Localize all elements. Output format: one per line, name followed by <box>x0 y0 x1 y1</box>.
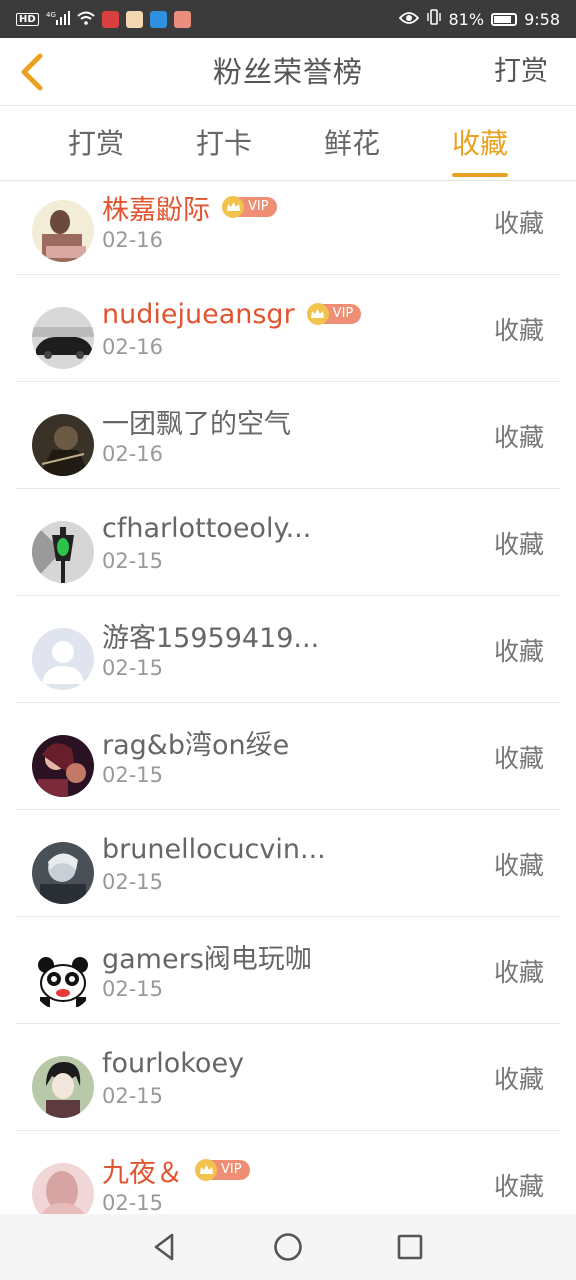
home-circle-icon[interactable] <box>271 1230 305 1264</box>
avatar <box>32 735 94 797</box>
list-item[interactable]: nudiejueansgr VIP 02-16 收藏 <box>16 275 560 382</box>
wifi-icon <box>77 10 95 29</box>
list-item[interactable]: brunellocucvin... 02-15 收藏 <box>16 810 560 917</box>
vip-badge: VIP <box>195 1159 250 1181</box>
user-name[interactable]: 株嘉鼢际 <box>102 188 210 227</box>
tab-bar: 打赏 打卡 鲜花 收藏 <box>0 106 576 181</box>
svg-text:4G: 4G <box>46 11 56 19</box>
avatar <box>32 414 94 476</box>
date: 02-16 <box>102 442 164 466</box>
fan-list: 株嘉鼢际 VIP 02-16 收藏 nudiejueansgr VIP 02-1… <box>0 181 576 1214</box>
vip-badge: VIP <box>222 196 277 218</box>
action-label: 收藏 <box>493 530 544 559</box>
eye-icon <box>398 10 419 29</box>
date: 02-15 <box>102 977 164 1001</box>
list-item[interactable]: 游客15959419... 02-15 收藏 <box>16 596 560 703</box>
tab-checkin[interactable]: 打卡 <box>196 106 252 181</box>
action-label: 收藏 <box>493 851 544 880</box>
action-label: 收藏 <box>493 1065 544 1094</box>
app-icon-blue <box>149 10 167 28</box>
vip-badge: VIP <box>306 303 362 325</box>
recents-square-icon[interactable] <box>393 1230 427 1264</box>
list-item[interactable]: 一团飘了的空气 02-16 收藏 <box>16 382 560 489</box>
list-item[interactable]: fourlokoey 02-15 收藏 <box>16 1024 560 1131</box>
status-bar: HD 4G 81% 9:58 <box>0 0 576 38</box>
default-avatar-icon <box>32 628 94 690</box>
user-name[interactable]: 九夜＆ <box>102 1151 183 1190</box>
list-item[interactable]: 株嘉鼢际 VIP 02-16 收藏 <box>16 181 560 275</box>
panda-avatar <box>32 949 94 1011</box>
action-label: 收藏 <box>493 316 544 345</box>
list-item[interactable]: gamers阀电玩咖 02-15 收藏 <box>16 917 560 1024</box>
date: 02-15 <box>102 763 164 787</box>
user-name[interactable]: rag&b湾on绥e <box>102 723 289 762</box>
avatar <box>32 1163 94 1214</box>
battery-icon <box>491 12 518 26</box>
crown-icon <box>195 1159 217 1181</box>
avatar <box>32 842 94 904</box>
user-name[interactable]: nudiejueansgr <box>102 299 295 330</box>
user-name[interactable]: gamers阀电玩咖 <box>102 937 312 976</box>
date: 02-16 <box>102 335 164 359</box>
avatar <box>32 1056 94 1118</box>
page-title: 粉丝荣誉榜 <box>212 55 363 89</box>
list-item[interactable]: rag&b湾on绥e 02-15 收藏 <box>16 703 560 810</box>
list-item[interactable]: 九夜＆ VIP 02-15 收藏 <box>16 1131 560 1214</box>
action-label: 收藏 <box>493 1172 544 1201</box>
crown-icon <box>222 196 244 218</box>
system-nav-bar <box>0 1214 576 1280</box>
status-right: 81% 9:58 <box>398 9 560 29</box>
avatar <box>32 200 94 262</box>
action-label: 收藏 <box>493 744 544 773</box>
avatar <box>32 307 94 369</box>
clock: 9:58 <box>524 9 560 29</box>
battery-percent: 81% <box>448 9 485 29</box>
vibrate-icon <box>426 9 442 29</box>
action-label: 收藏 <box>493 423 544 452</box>
action-label: 收藏 <box>493 209 544 238</box>
active-tab-indicator <box>451 173 509 177</box>
back-triangle-icon[interactable] <box>148 1230 182 1264</box>
user-name[interactable]: 一团飘了的空气 <box>102 402 291 441</box>
user-name[interactable]: cfharlottoeoly... <box>102 513 311 544</box>
action-label: 收藏 <box>493 958 544 987</box>
avatar <box>32 521 94 583</box>
hd-icon: HD <box>16 12 39 26</box>
reward-button[interactable]: 打赏 <box>494 38 548 106</box>
app-icon-fm <box>173 10 191 28</box>
tab-reward[interactable]: 打赏 <box>68 106 124 181</box>
list-item[interactable]: cfharlottoeoly... 02-15 收藏 <box>16 489 560 596</box>
date: 02-15 <box>102 870 164 894</box>
date: 02-15 <box>102 549 164 573</box>
status-left: HD 4G <box>16 10 191 29</box>
date: 02-15 <box>102 656 164 680</box>
app-header: 粉丝荣誉榜 打赏 <box>0 38 576 106</box>
tab-flowers[interactable]: 鲜花 <box>324 106 380 181</box>
user-name[interactable]: brunellocucvin... <box>102 834 326 865</box>
user-name[interactable]: 游客15959419... <box>102 616 319 655</box>
date: 02-16 <box>102 228 164 252</box>
date: 02-15 <box>102 1084 164 1108</box>
action-label: 收藏 <box>493 637 544 666</box>
app-icon-red <box>101 10 119 28</box>
app-icon-character <box>125 10 143 28</box>
date: 02-15 <box>102 1191 164 1214</box>
tab-favorites[interactable]: 收藏 <box>451 106 509 181</box>
crown-icon <box>306 303 329 325</box>
signal-4g-icon: 4G <box>46 11 70 27</box>
user-name[interactable]: fourlokoey <box>102 1048 244 1079</box>
